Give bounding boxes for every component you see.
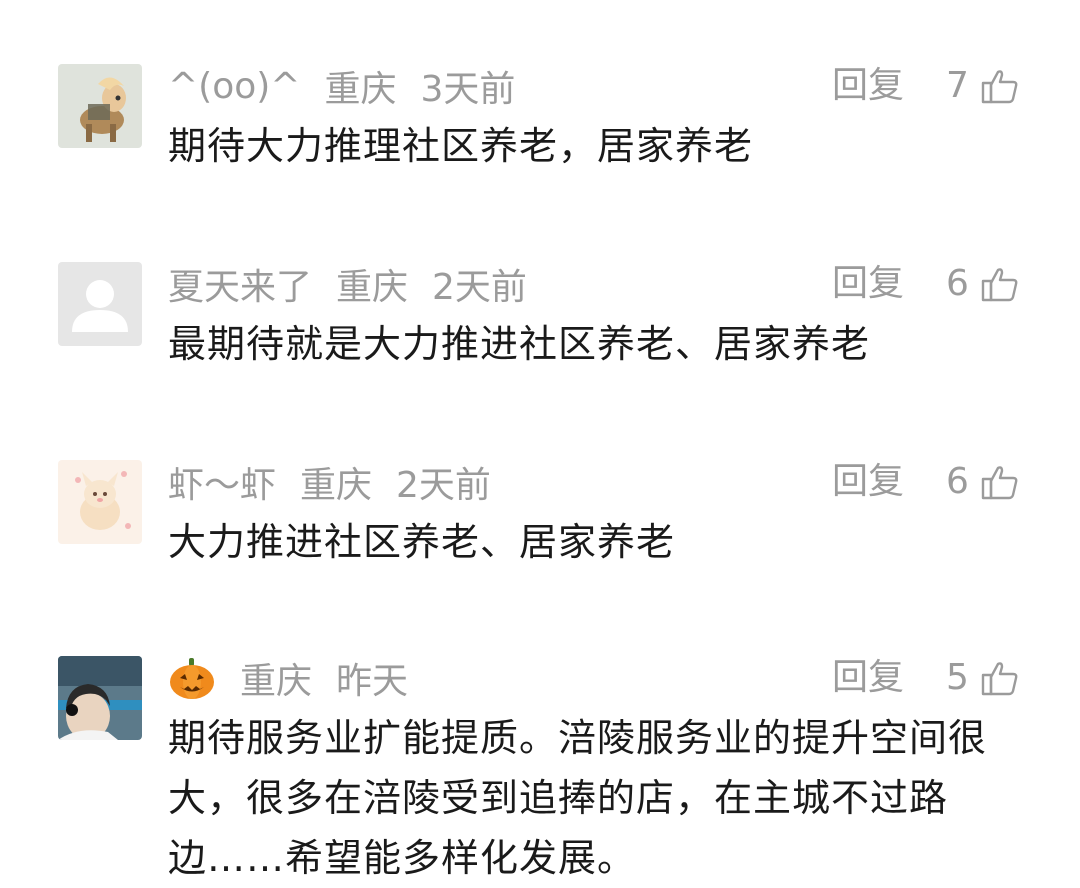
reply-button[interactable]: 回复 <box>832 262 904 306</box>
location: 重庆 <box>300 465 373 506</box>
like-count: 6 <box>946 263 969 304</box>
reply-button[interactable]: 回复 <box>832 460 904 504</box>
reply-button[interactable]: 回复 <box>832 656 904 700</box>
photo-avatar[interactable] <box>58 656 142 740</box>
reply-button[interactable]: 回复 <box>832 64 904 108</box>
timestamp: 昨天 <box>336 661 409 702</box>
thumbs-up-icon[interactable] <box>980 658 1020 698</box>
comment-meta: ^(oo)^ 重庆 3天前 <box>168 64 539 111</box>
comment-list: ^(oo)^ 重庆 3天前 回复 7 期待大力推理社区养老，居家养老 夏天来了 … <box>0 0 1080 888</box>
location: 重庆 <box>336 267 409 308</box>
username[interactable]: 夏天来了 <box>168 258 312 310</box>
comment-text: 最期待就是大力推进社区养老、居家养老 <box>168 322 871 366</box>
cartoon-avatar[interactable] <box>58 460 142 544</box>
timestamp: 3天前 <box>420 69 516 110</box>
comment-text: 期待大力推理社区养老，居家养老 <box>168 124 754 168</box>
thumbs-up-icon[interactable] <box>980 264 1020 304</box>
thumbs-up-icon[interactable] <box>980 66 1020 106</box>
comment-text: 大力推进社区养老、居家养老 <box>168 520 676 564</box>
comment-meta: 虾～虾 重庆 2天前 <box>168 460 515 506</box>
like-count: 7 <box>946 65 969 106</box>
timestamp: 2天前 <box>396 465 491 506</box>
comment-meta: 夏天来了 重庆 2天前 <box>168 262 551 308</box>
timestamp: 2天前 <box>432 267 527 308</box>
username[interactable]: ^(oo)^ <box>168 66 300 107</box>
thumbs-up-icon[interactable] <box>980 462 1020 502</box>
username[interactable]: 虾～虾 <box>168 456 276 508</box>
like-count: 6 <box>946 461 969 502</box>
comment-text: 期待服务业扩能提质。涪陵服务业的提升空间很大，很多在涪陵受到追捧的店，在主城不过… <box>168 716 988 880</box>
like-count: 5 <box>946 657 969 698</box>
pumpkin-icon[interactable] <box>168 656 216 700</box>
pony-avatar[interactable] <box>58 64 142 148</box>
location: 重庆 <box>324 69 397 110</box>
location: 重庆 <box>240 661 313 702</box>
default-user-avatar[interactable] <box>58 262 142 346</box>
comment-meta: 重庆 昨天 <box>168 656 432 702</box>
